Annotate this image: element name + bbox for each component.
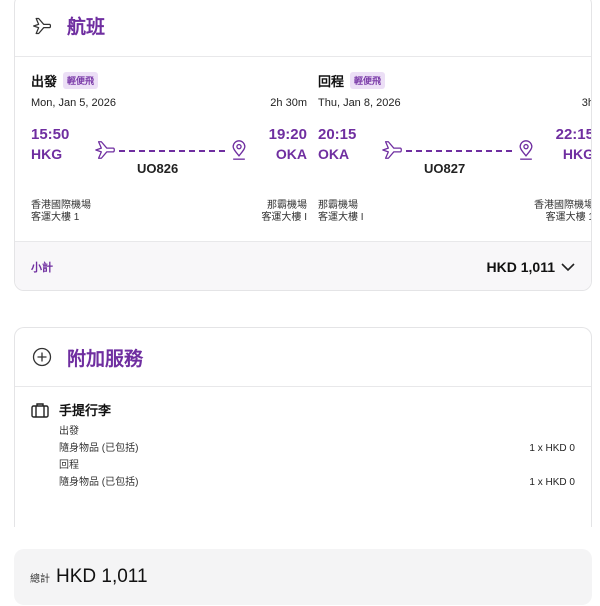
- return-date: Thu, Jan 8, 2026: [318, 97, 401, 109]
- arrival-code: HKG: [562, 146, 592, 162]
- carry-on-title: 手提行李: [59, 403, 112, 418]
- outbound-label: 出發: [31, 74, 58, 89]
- departure-airport: 香港國際機場 客運大樓 1: [31, 200, 91, 223]
- outbound-leg: 出發 輕便飛 Mon, Jan 5, 2026 2h 30m 15:50 HKG…: [31, 57, 307, 241]
- total-value: HKD 1,011: [56, 566, 148, 587]
- return-leg: 回程 輕便飛 Thu, Jan 8, 2026 3h 20:15 OKA 22:…: [318, 57, 592, 241]
- plane-icon: [93, 139, 117, 166]
- fare-badge: 輕便飛: [63, 72, 99, 89]
- return-duration: 3h: [581, 97, 591, 109]
- arrival-airport: 香港國際機場 客運大樓 1: [534, 200, 592, 223]
- arrival-code: OKA: [275, 146, 307, 162]
- list-item: 隨身物品 (已包括) 1 x HKD 0: [59, 477, 575, 488]
- flight-number: UO826: [137, 161, 179, 176]
- arrival-time: 19:20: [268, 126, 307, 143]
- arrival-airport: 那霸機場 客運大樓 I: [261, 200, 307, 223]
- departure-time: 20:15: [318, 126, 357, 143]
- total-bar: 總計 HKD 1,011: [14, 549, 592, 605]
- flight-number: UO827: [424, 161, 466, 176]
- arrival-time: 22:15: [555, 126, 592, 143]
- plus-circle-icon[interactable]: [31, 346, 53, 368]
- list-item: 隨身物品 (已包括) 1 x HKD 0: [59, 443, 575, 454]
- flights-card: 航班 出發 輕便飛 Mon, Jan 5, 2026 2h 30m 15:50 …: [14, 0, 592, 291]
- plane-icon: [380, 139, 404, 166]
- suitcase-icon: [31, 402, 49, 418]
- subtotal-value: HKD 1,011: [486, 259, 555, 275]
- fare-badge: 輕便飛: [350, 72, 386, 89]
- extras-card: 附加服務 手提行李 出發 隨身物品 (已包括) 1 x HKD 0 回程 隨身物…: [14, 327, 592, 527]
- total-label: 總計: [30, 573, 50, 585]
- extras-header: 附加服務: [15, 328, 591, 387]
- location-pin-icon: [229, 139, 249, 166]
- departure-time: 15:50: [31, 126, 70, 143]
- return-label: 回程: [318, 74, 345, 89]
- departure-code: HKG: [31, 146, 63, 162]
- flights-title: 航班: [67, 17, 106, 38]
- carry-on-section: 手提行李 出發 隨身物品 (已包括) 1 x HKD 0 回程 隨身物品 (已包…: [31, 400, 575, 491]
- route-line: [380, 139, 536, 163]
- location-pin-icon: [516, 139, 536, 166]
- plane-icon: [31, 15, 53, 37]
- departure-code: OKA: [318, 146, 350, 162]
- outbound-duration: 2h 30m: [270, 97, 307, 109]
- subtotal-label: 小計: [31, 262, 53, 274]
- list-item: 回程: [59, 460, 79, 471]
- route-line: [93, 139, 249, 163]
- outbound-date: Mon, Jan 5, 2026: [31, 97, 117, 109]
- extras-title: 附加服務: [67, 348, 144, 370]
- list-item: 出發: [59, 426, 79, 437]
- flights-header: 航班: [15, 0, 591, 57]
- departure-airport: 那霸機場 客運大樓 I: [318, 200, 364, 223]
- chevron-down-icon[interactable]: [561, 262, 575, 272]
- subtotal-row[interactable]: 小計 HKD 1,011: [15, 241, 591, 290]
